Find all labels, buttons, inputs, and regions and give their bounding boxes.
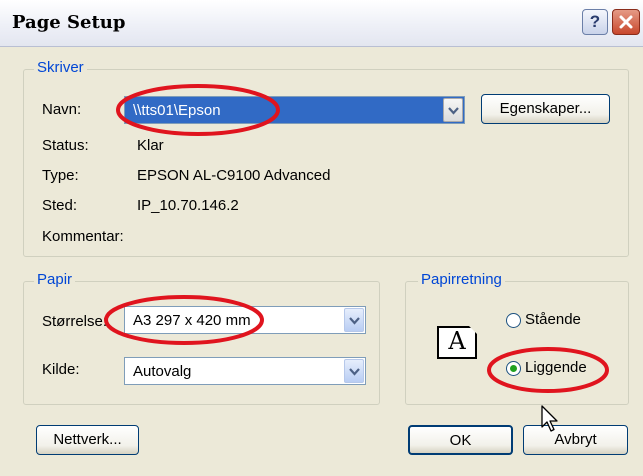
type-value: EPSON AL-C9100 Advanced [137, 167, 331, 184]
landscape-radio[interactable] [506, 361, 521, 376]
ok-button[interactable]: OK [408, 425, 513, 455]
landscape-label[interactable]: Liggende [525, 359, 587, 376]
status-label: Status: [42, 137, 89, 154]
window-title: Page Setup [12, 12, 126, 33]
help-button[interactable]: ? [582, 9, 608, 35]
cancel-button[interactable]: Avbryt [523, 425, 628, 455]
printer-name-value: \\tts01\Epson [133, 102, 221, 119]
orientation-group-title: Papirretning [418, 271, 505, 288]
mouse-cursor-icon [541, 405, 558, 432]
paper-size-dropdown-arrow[interactable] [344, 308, 364, 332]
paper-source-value: Autovalg [133, 363, 192, 380]
comment-label: Kommentar: [42, 228, 124, 245]
paper-source-select[interactable]: Autovalg [124, 357, 366, 385]
paper-source-dropdown-arrow[interactable] [344, 359, 364, 383]
help-icon: ? [589, 12, 601, 31]
chevron-down-icon [448, 107, 459, 115]
location-label: Sted: [42, 197, 78, 214]
chevron-down-icon [349, 317, 360, 325]
paper-size-select[interactable]: A3 297 x 420 mm [124, 306, 366, 334]
portrait-radio[interactable] [506, 313, 521, 328]
paper-source-label: Kilde: [42, 361, 80, 378]
chevron-down-icon [349, 368, 360, 376]
page-fold-icon [469, 326, 477, 334]
type-label: Type: [42, 167, 79, 184]
printer-name-label: Navn: [42, 101, 82, 118]
properties-button[interactable]: Egenskaper... [481, 94, 610, 124]
printer-name-dropdown-arrow[interactable] [443, 98, 463, 122]
paper-group-title: Papir [34, 271, 76, 288]
paper-size-value: A3 297 x 420 mm [133, 312, 251, 329]
title-bar: Page Setup ? [0, 0, 643, 47]
paper-group [23, 281, 380, 405]
orientation-preview: A [437, 326, 477, 359]
printer-group-title: Skriver [34, 59, 87, 76]
portrait-label[interactable]: Stående [525, 311, 581, 328]
paper-size-label: Størrelse: [42, 313, 108, 330]
printer-name-select[interactable]: \\tts01\Epson [124, 96, 465, 124]
close-button[interactable] [612, 9, 640, 35]
close-icon [619, 15, 633, 29]
status-value: Klar [137, 137, 164, 154]
location-value: IP_10.70.146.2 [137, 197, 239, 214]
network-button[interactable]: Nettverk... [36, 425, 139, 455]
radio-selected-dot [510, 365, 517, 372]
